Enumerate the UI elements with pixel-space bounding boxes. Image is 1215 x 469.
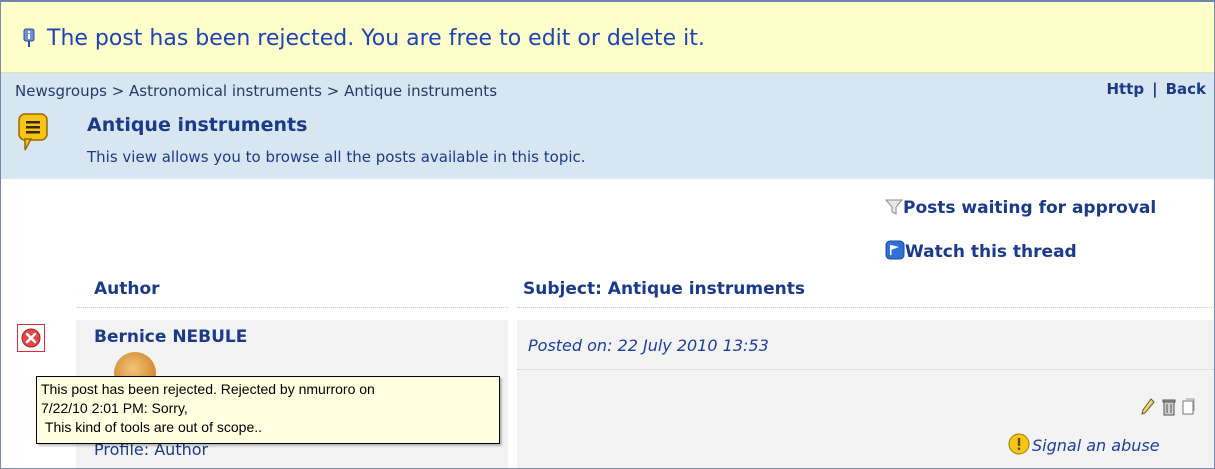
status-notice: The post has been rejected. You are free… [1, 2, 1214, 73]
move-post-icon[interactable] [1182, 397, 1196, 421]
topic-description: This view allows you to browse all the p… [87, 148, 586, 166]
watch-thread-label: Watch this thread [905, 242, 1077, 262]
notice-message: The post has been rejected. You are free… [47, 26, 705, 51]
author-column-header: Author [94, 279, 160, 299]
http-link[interactable]: Http [1106, 80, 1144, 98]
filter-icon [884, 199, 904, 215]
posts-waiting-link[interactable]: Posts waiting for approval [884, 198, 1157, 218]
edit-pencil-icon[interactable] [1140, 397, 1156, 421]
signal-abuse-label: Signal an abuse [1032, 436, 1160, 455]
link-divider: | [1152, 80, 1158, 98]
header-divider [517, 307, 1214, 308]
speech-bubble-icon [18, 113, 48, 151]
topic-title: Antique instruments [87, 114, 308, 136]
author-name[interactable]: Bernice NEBULE [94, 327, 247, 347]
breadcrumb-newsgroups[interactable]: Newsgroups [15, 82, 107, 100]
rejected-status[interactable] [17, 324, 45, 352]
breadcrumb-astronomical[interactable]: Astronomical instruments [129, 82, 322, 100]
posted-on: Posted on: 22 July 2010 13:53 [528, 336, 769, 355]
signal-abuse-link[interactable]: Signal an abuse [1008, 433, 1160, 455]
posts-waiting-label: Posts waiting for approval [903, 198, 1157, 218]
breadcrumb-separator: > [326, 82, 345, 100]
post-tools [1140, 397, 1196, 421]
breadcrumb-current[interactable]: Antique instruments [344, 82, 497, 100]
subject-column-header: Subject: Antique instruments [523, 279, 805, 299]
trash-icon[interactable] [1161, 397, 1177, 421]
rejected-icon [21, 328, 41, 348]
topic-header: Newsgroups > Astronomical instruments > … [1, 73, 1214, 179]
rejection-tooltip: This post has been rejected. Rejected by… [36, 376, 500, 444]
warning-icon [1008, 433, 1030, 455]
breadcrumb-separator: > [111, 82, 130, 100]
header-divider [76, 307, 508, 308]
top-links: Http | Back [1106, 80, 1206, 98]
breadcrumb: Newsgroups > Astronomical instruments > … [15, 82, 497, 100]
post-divider [517, 369, 1214, 370]
info-pin-icon [23, 28, 35, 47]
flag-icon [885, 240, 905, 260]
watch-thread-link[interactable]: Watch this thread [885, 240, 1077, 262]
page-frame: The post has been rejected. You are free… [0, 0, 1215, 469]
back-link[interactable]: Back [1166, 80, 1206, 98]
